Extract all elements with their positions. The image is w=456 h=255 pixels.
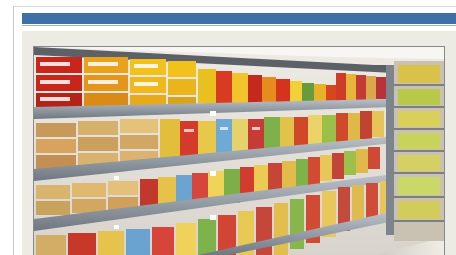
shelf-photo-image [34,47,444,255]
store-shelf-photo[interactable] [33,46,445,255]
header-bar [22,13,456,24]
header-underline [22,25,456,26]
